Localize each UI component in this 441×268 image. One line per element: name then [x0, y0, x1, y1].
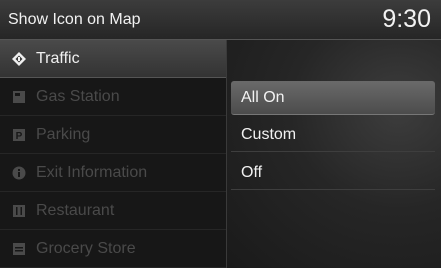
category-item-gas-station[interactable]: Gas Station	[0, 78, 226, 116]
category-label: Restaurant	[36, 201, 115, 219]
option-off[interactable]: Off	[231, 156, 435, 190]
option-panel: All On Custom Off	[226, 40, 441, 268]
category-item-restaurant[interactable]: Restaurant	[0, 192, 226, 230]
category-label: Grocery Store	[36, 239, 136, 257]
parking-icon: P	[12, 128, 26, 142]
svg-text:P: P	[16, 131, 23, 142]
option-label: All On	[241, 88, 285, 106]
gas-station-icon	[12, 90, 26, 104]
option-all-on[interactable]: All On	[231, 81, 435, 115]
category-item-parking[interactable]: P Parking	[0, 116, 226, 154]
category-item-traffic[interactable]: Traffic	[0, 40, 226, 78]
category-label: Parking	[36, 125, 91, 143]
option-custom[interactable]: Custom	[231, 118, 435, 152]
category-item-exit-information[interactable]: Exit Information	[0, 154, 226, 192]
category-item-grocery-store[interactable]: Grocery Store	[0, 230, 226, 268]
screen-title: Show Icon on Map	[8, 11, 141, 28]
category-label: Exit Information	[36, 163, 148, 181]
option-label: Custom	[241, 125, 297, 143]
grocery-icon	[12, 242, 26, 256]
category-list: Traffic Gas Station P Parking Exit Infor…	[0, 40, 226, 268]
clock: 9:30	[382, 5, 431, 33]
option-label: Off	[241, 163, 263, 181]
restaurant-icon	[12, 204, 26, 218]
category-label: Gas Station	[36, 87, 120, 105]
category-label: Traffic	[36, 49, 80, 67]
info-icon	[12, 166, 26, 180]
title-bar: Show Icon on Map 9:30	[0, 0, 441, 40]
traffic-icon	[12, 51, 26, 66]
